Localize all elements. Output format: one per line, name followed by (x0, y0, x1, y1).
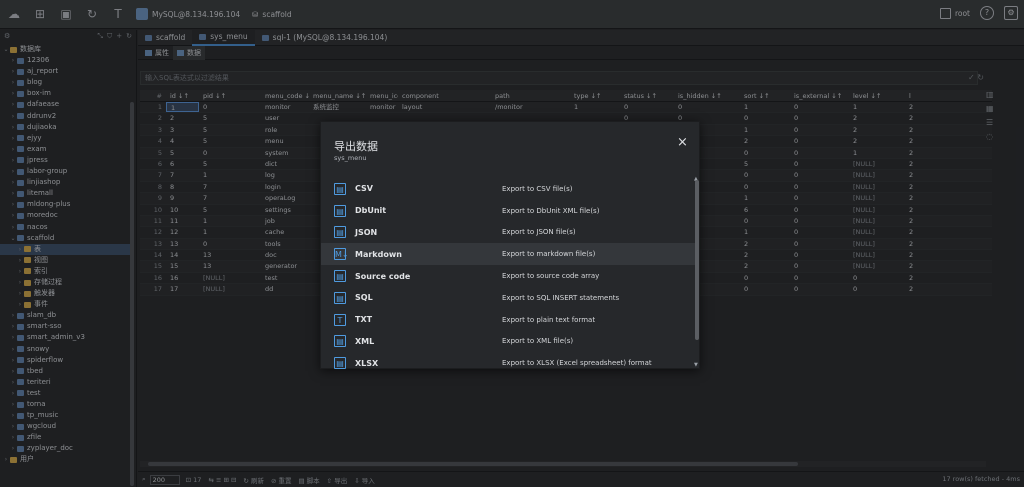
dialog-title: 导出数据 (334, 140, 378, 153)
export-format-option[interactable]: M↓ Markdown Export to markdown file(s) (321, 243, 697, 266)
export-format-name: SQL (355, 293, 373, 303)
export-format-name: CSV (355, 184, 373, 194)
export-format-option[interactable]: T TXT Export to plain text format (321, 309, 697, 331)
export-format-option[interactable]: ▤ SQL Export to SQL INSERT statements (321, 287, 697, 309)
export-format-description: Export to source code array (502, 272, 600, 281)
export-format-name: JSON (355, 227, 378, 237)
xml-file-icon: ▤ (334, 335, 346, 348)
dialog-scrollbar[interactable] (695, 180, 699, 340)
export-format-option[interactable]: ▤ DbUnit Export to DbUnit XML file(s) (321, 200, 697, 222)
export-format-option[interactable]: ▤ XML Export to XML file(s) (321, 331, 697, 353)
csv-file-icon: ▤ (334, 182, 346, 195)
sql-file-icon: ▤ (334, 291, 346, 304)
markdown-icon: M↓ (334, 248, 349, 261)
export-format-name: XLSX (355, 358, 379, 368)
export-format-description: Export to SQL INSERT statements (502, 293, 620, 302)
dbunit-file-icon: ▤ (334, 204, 346, 217)
export-format-option[interactable]: ▤ XLSX Export to XLSX (Excel spreadsheet) … (321, 352, 697, 370)
export-format-name: Source code (355, 271, 411, 281)
export-format-option[interactable]: ▤ Source code Export to source code array (321, 265, 697, 287)
app-window: ☁ ⊞ ▣ ↻ T MySQL@8.134.196.104 ⛁ scaffold … (0, 0, 1024, 487)
export-format-description: Export to JSON file(s) (502, 228, 576, 237)
xlsx-file-icon: ▤ (334, 357, 346, 370)
export-data-dialog: 导出数据 sys_menu × ▤ CSV Export to CSV file(s… (320, 121, 700, 370)
export-format-name: TXT (355, 315, 373, 325)
scroll-down-icon[interactable]: ▼ (694, 362, 698, 368)
source-code-icon: ▤ (334, 270, 346, 283)
export-format-name: Markdown (355, 249, 402, 259)
export-format-description: Export to markdown file(s) (502, 250, 596, 259)
export-format-description: Export to DbUnit XML file(s) (502, 206, 600, 215)
export-format-option[interactable]: ▤ JSON Export to JSON file(s) (321, 222, 697, 244)
export-format-description: Export to CSV file(s) (502, 184, 573, 193)
text-icon: T (334, 313, 346, 326)
close-icon[interactable]: × (677, 135, 688, 150)
export-format-list: ▤ CSV Export to CSV file(s) ▤ DbUnit Export t… (321, 178, 697, 370)
export-format-description: Export to XML file(s) (502, 337, 574, 346)
export-format-name: DbUnit (355, 206, 387, 216)
export-format-description: Export to plain text format (502, 315, 596, 324)
export-format-option[interactable]: ▤ CSV Export to CSV file(s) (321, 178, 697, 200)
dialog-subtitle: sys_menu (334, 154, 367, 162)
export-format-name: XML (355, 336, 375, 346)
export-format-description: Export to XLSX (Excel spreadsheet) forma… (502, 359, 652, 368)
json-file-icon: ▤ (334, 226, 346, 239)
